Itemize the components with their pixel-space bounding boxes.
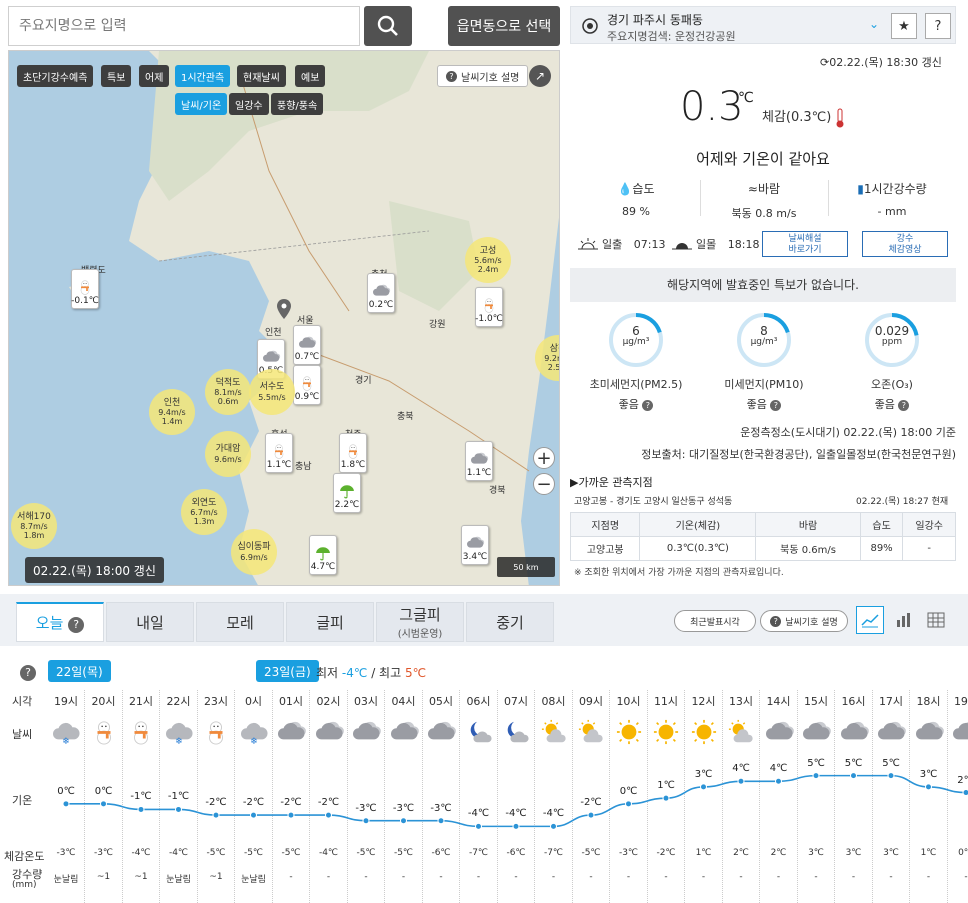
temperature-point [662,794,670,802]
temperature-point [512,822,520,830]
temperature-point [587,811,595,819]
temperature-point [400,817,407,825]
temperature-point [287,811,295,819]
temperature-point [137,805,145,813]
temperature-point [625,800,632,808]
temperature-point [850,772,857,780]
temperature-curve [66,774,967,828]
temperature-point [962,789,968,797]
temperature-point [737,777,745,785]
temperature-point [887,772,895,780]
temperature-point [362,817,370,825]
temperature-point [62,800,70,808]
temperature-point [437,817,445,825]
temperature-point [325,811,332,819]
temperature-line [62,772,968,830]
temperature-point [550,822,557,830]
temperature-point [175,805,182,813]
temperature-point [212,811,220,819]
temperature-point [100,800,107,808]
temperature-point [250,811,257,819]
temperature-point [812,772,820,780]
temperature-point [925,783,932,791]
temperature-point [775,777,782,785]
temperature-point [700,783,707,791]
temperature-point [475,822,482,830]
